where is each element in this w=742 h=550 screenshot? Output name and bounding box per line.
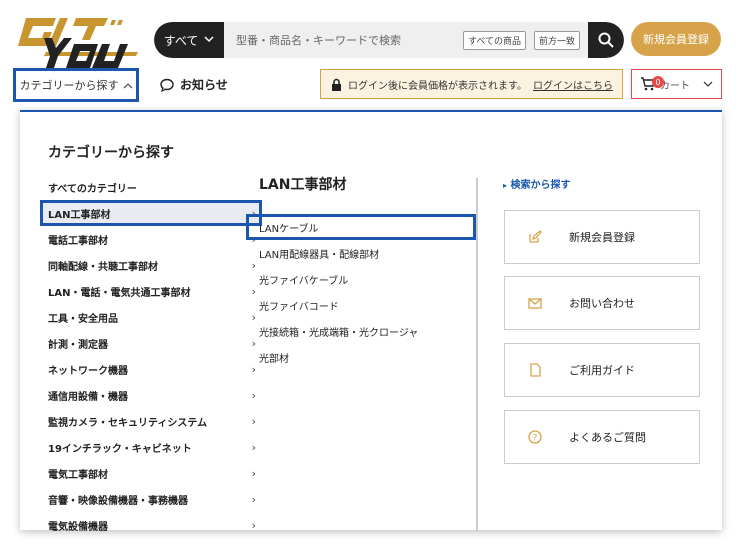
category-item-label: 工具・安全用品 bbox=[48, 313, 118, 325]
category-mega-menu: カテゴリーから探す すべてのカテゴリー LAN工事部材 › 電話工事部材 › 同… bbox=[20, 110, 722, 533]
search-link-label: 検索から探す bbox=[510, 180, 571, 191]
cart-count-badge: 0 bbox=[652, 76, 664, 88]
subcategory-item[interactable]: 光ファイバコード bbox=[246, 292, 476, 318]
triangle-right-icon: ▸ bbox=[503, 181, 508, 190]
chevron-right-icon: › bbox=[251, 414, 256, 428]
category-item-label: 監視カメラ・セキュリティシステム bbox=[48, 417, 208, 429]
document-icon bbox=[515, 363, 555, 377]
chevron-down-icon bbox=[204, 35, 214, 46]
category-item[interactable]: 音響・映像設備機器・事務機器 › bbox=[40, 486, 262, 512]
category-menu-toggle[interactable]: カテゴリーから探す bbox=[13, 68, 139, 102]
chevron-right-icon: › bbox=[251, 466, 256, 480]
category-item-label: LAN工事部材 bbox=[48, 209, 111, 221]
subcategory-item[interactable]: LAN用配線器具・配線部材 bbox=[246, 240, 476, 266]
chevron-up-icon bbox=[123, 82, 132, 88]
side-contact-button[interactable]: お問い合わせ bbox=[504, 276, 700, 330]
category-item-lan[interactable]: LAN工事部材 › bbox=[40, 200, 262, 226]
category-item-all[interactable]: すべてのカテゴリー bbox=[40, 174, 262, 200]
cart-button[interactable]: 0 カート bbox=[631, 69, 722, 99]
subcategory-list: LAN工事部材 LANケーブル LAN用配線器具・配線部材 光ファイバケーブル … bbox=[246, 174, 476, 370]
category-item[interactable]: 工具・安全用品 › bbox=[40, 304, 262, 330]
side-button-label: ご利用ガイド bbox=[569, 364, 635, 377]
login-link[interactable]: ログインはこちら bbox=[533, 77, 613, 92]
search-input[interactable] bbox=[224, 22, 463, 58]
category-item[interactable]: 電話工事部材 › bbox=[40, 226, 262, 252]
lock-icon bbox=[332, 78, 341, 91]
category-item[interactable]: 通信用設備・機器 › bbox=[40, 382, 262, 408]
chevron-right-icon: › bbox=[251, 388, 256, 402]
side-button-label: よくあるご質問 bbox=[569, 431, 646, 444]
category-item-label: 計測・測定器 bbox=[48, 339, 108, 351]
category-item-label: すべてのカテゴリー bbox=[48, 183, 137, 195]
category-item-label: ネットワーク機器 bbox=[48, 365, 128, 377]
subcategory-title: LAN工事部材 bbox=[259, 177, 347, 193]
site-logo[interactable] bbox=[16, 14, 140, 68]
category-item-label: 通信用設備・機器 bbox=[48, 391, 128, 403]
chevron-right-icon: › bbox=[251, 440, 256, 454]
side-button-label: 新規会員登録 bbox=[569, 231, 635, 244]
category-item-label: 電気設備機器 bbox=[48, 521, 108, 533]
question-icon: ? bbox=[515, 430, 555, 444]
search-category-select[interactable]: すべて bbox=[154, 22, 224, 58]
category-item[interactable]: LAN・電話・電気共通工事部材 › bbox=[40, 278, 262, 304]
category-menu-toggle-label: カテゴリーから探す bbox=[19, 79, 119, 92]
category-item[interactable]: 計測・測定器 › bbox=[40, 330, 262, 356]
chevron-down-icon bbox=[703, 81, 713, 87]
search-chip-all-products[interactable]: すべての商品 bbox=[462, 30, 526, 50]
category-list: すべてのカテゴリー LAN工事部材 › 電話工事部材 › 同軸配線・共聴工事部材… bbox=[40, 174, 262, 538]
category-item-label: 19インチラック・キャビネット bbox=[48, 443, 192, 455]
chevron-right-icon: › bbox=[251, 518, 256, 532]
signup-button[interactable]: 新規会員登録 bbox=[631, 22, 721, 56]
search-button[interactable] bbox=[588, 22, 624, 58]
search-chip-prefix-match[interactable]: 前方一致 bbox=[533, 30, 580, 50]
menu-divider bbox=[476, 178, 478, 532]
category-item-label: 電話工事部材 bbox=[48, 235, 108, 247]
subcategory-item[interactable]: 光ファイバケーブル bbox=[246, 266, 476, 292]
login-notice: ログイン後に会員価格が表示されます。 ログインはこちら bbox=[320, 69, 623, 99]
search-link[interactable]: ▸ 検索から探す bbox=[503, 176, 571, 191]
login-notice-text: ログイン後に会員価格が表示されます。 bbox=[348, 80, 527, 92]
category-item[interactable]: ネットワーク機器 › bbox=[40, 356, 262, 382]
category-item-label: 同軸配線・共聴工事部材 bbox=[48, 261, 158, 273]
news-link[interactable]: お知らせ bbox=[160, 76, 228, 93]
category-item-label: LAN・電話・電気共通工事部材 bbox=[48, 287, 191, 299]
chevron-right-icon: › bbox=[251, 492, 256, 506]
mail-icon bbox=[515, 297, 555, 309]
side-signup-button[interactable]: 新規会員登録 bbox=[504, 210, 700, 264]
speech-bubble-icon bbox=[160, 78, 174, 92]
category-item-label: 音響・映像設備機器・事務機器 bbox=[48, 495, 188, 507]
category-item[interactable]: 19インチラック・キャビネット › bbox=[40, 434, 262, 460]
edit-icon bbox=[515, 230, 555, 244]
side-faq-button[interactable]: ? よくあるご質問 bbox=[504, 410, 700, 464]
category-item-label: 電気工事部材 bbox=[48, 469, 108, 481]
cart-label: カート bbox=[660, 80, 690, 92]
category-item[interactable]: 同軸配線・共聴工事部材 › bbox=[40, 252, 262, 278]
menu-title: カテゴリーから探す bbox=[48, 145, 174, 161]
category-item[interactable]: 電気工事部材 › bbox=[40, 460, 262, 486]
svg-text:?: ? bbox=[533, 434, 538, 444]
subcategory-item[interactable]: 光接続箱・光成端箱・光クロージャ bbox=[246, 318, 476, 344]
search-bar: すべて すべての商品 前方一致 bbox=[154, 22, 624, 58]
logo-mark bbox=[18, 18, 138, 68]
subcategory-item[interactable]: 光部材 bbox=[246, 344, 476, 370]
category-item[interactable]: 電気設備機器 › bbox=[40, 512, 262, 538]
search-category-label: すべて bbox=[163, 33, 199, 48]
search-icon bbox=[598, 32, 614, 48]
category-item[interactable]: 監視カメラ・セキュリティシステム › bbox=[40, 408, 262, 434]
side-button-label: お問い合わせ bbox=[569, 297, 635, 310]
news-label: お知らせ bbox=[180, 78, 228, 92]
side-guide-button[interactable]: ご利用ガイド bbox=[504, 343, 700, 397]
subcategory-item-lan-cable[interactable]: LANケーブル bbox=[246, 214, 476, 240]
